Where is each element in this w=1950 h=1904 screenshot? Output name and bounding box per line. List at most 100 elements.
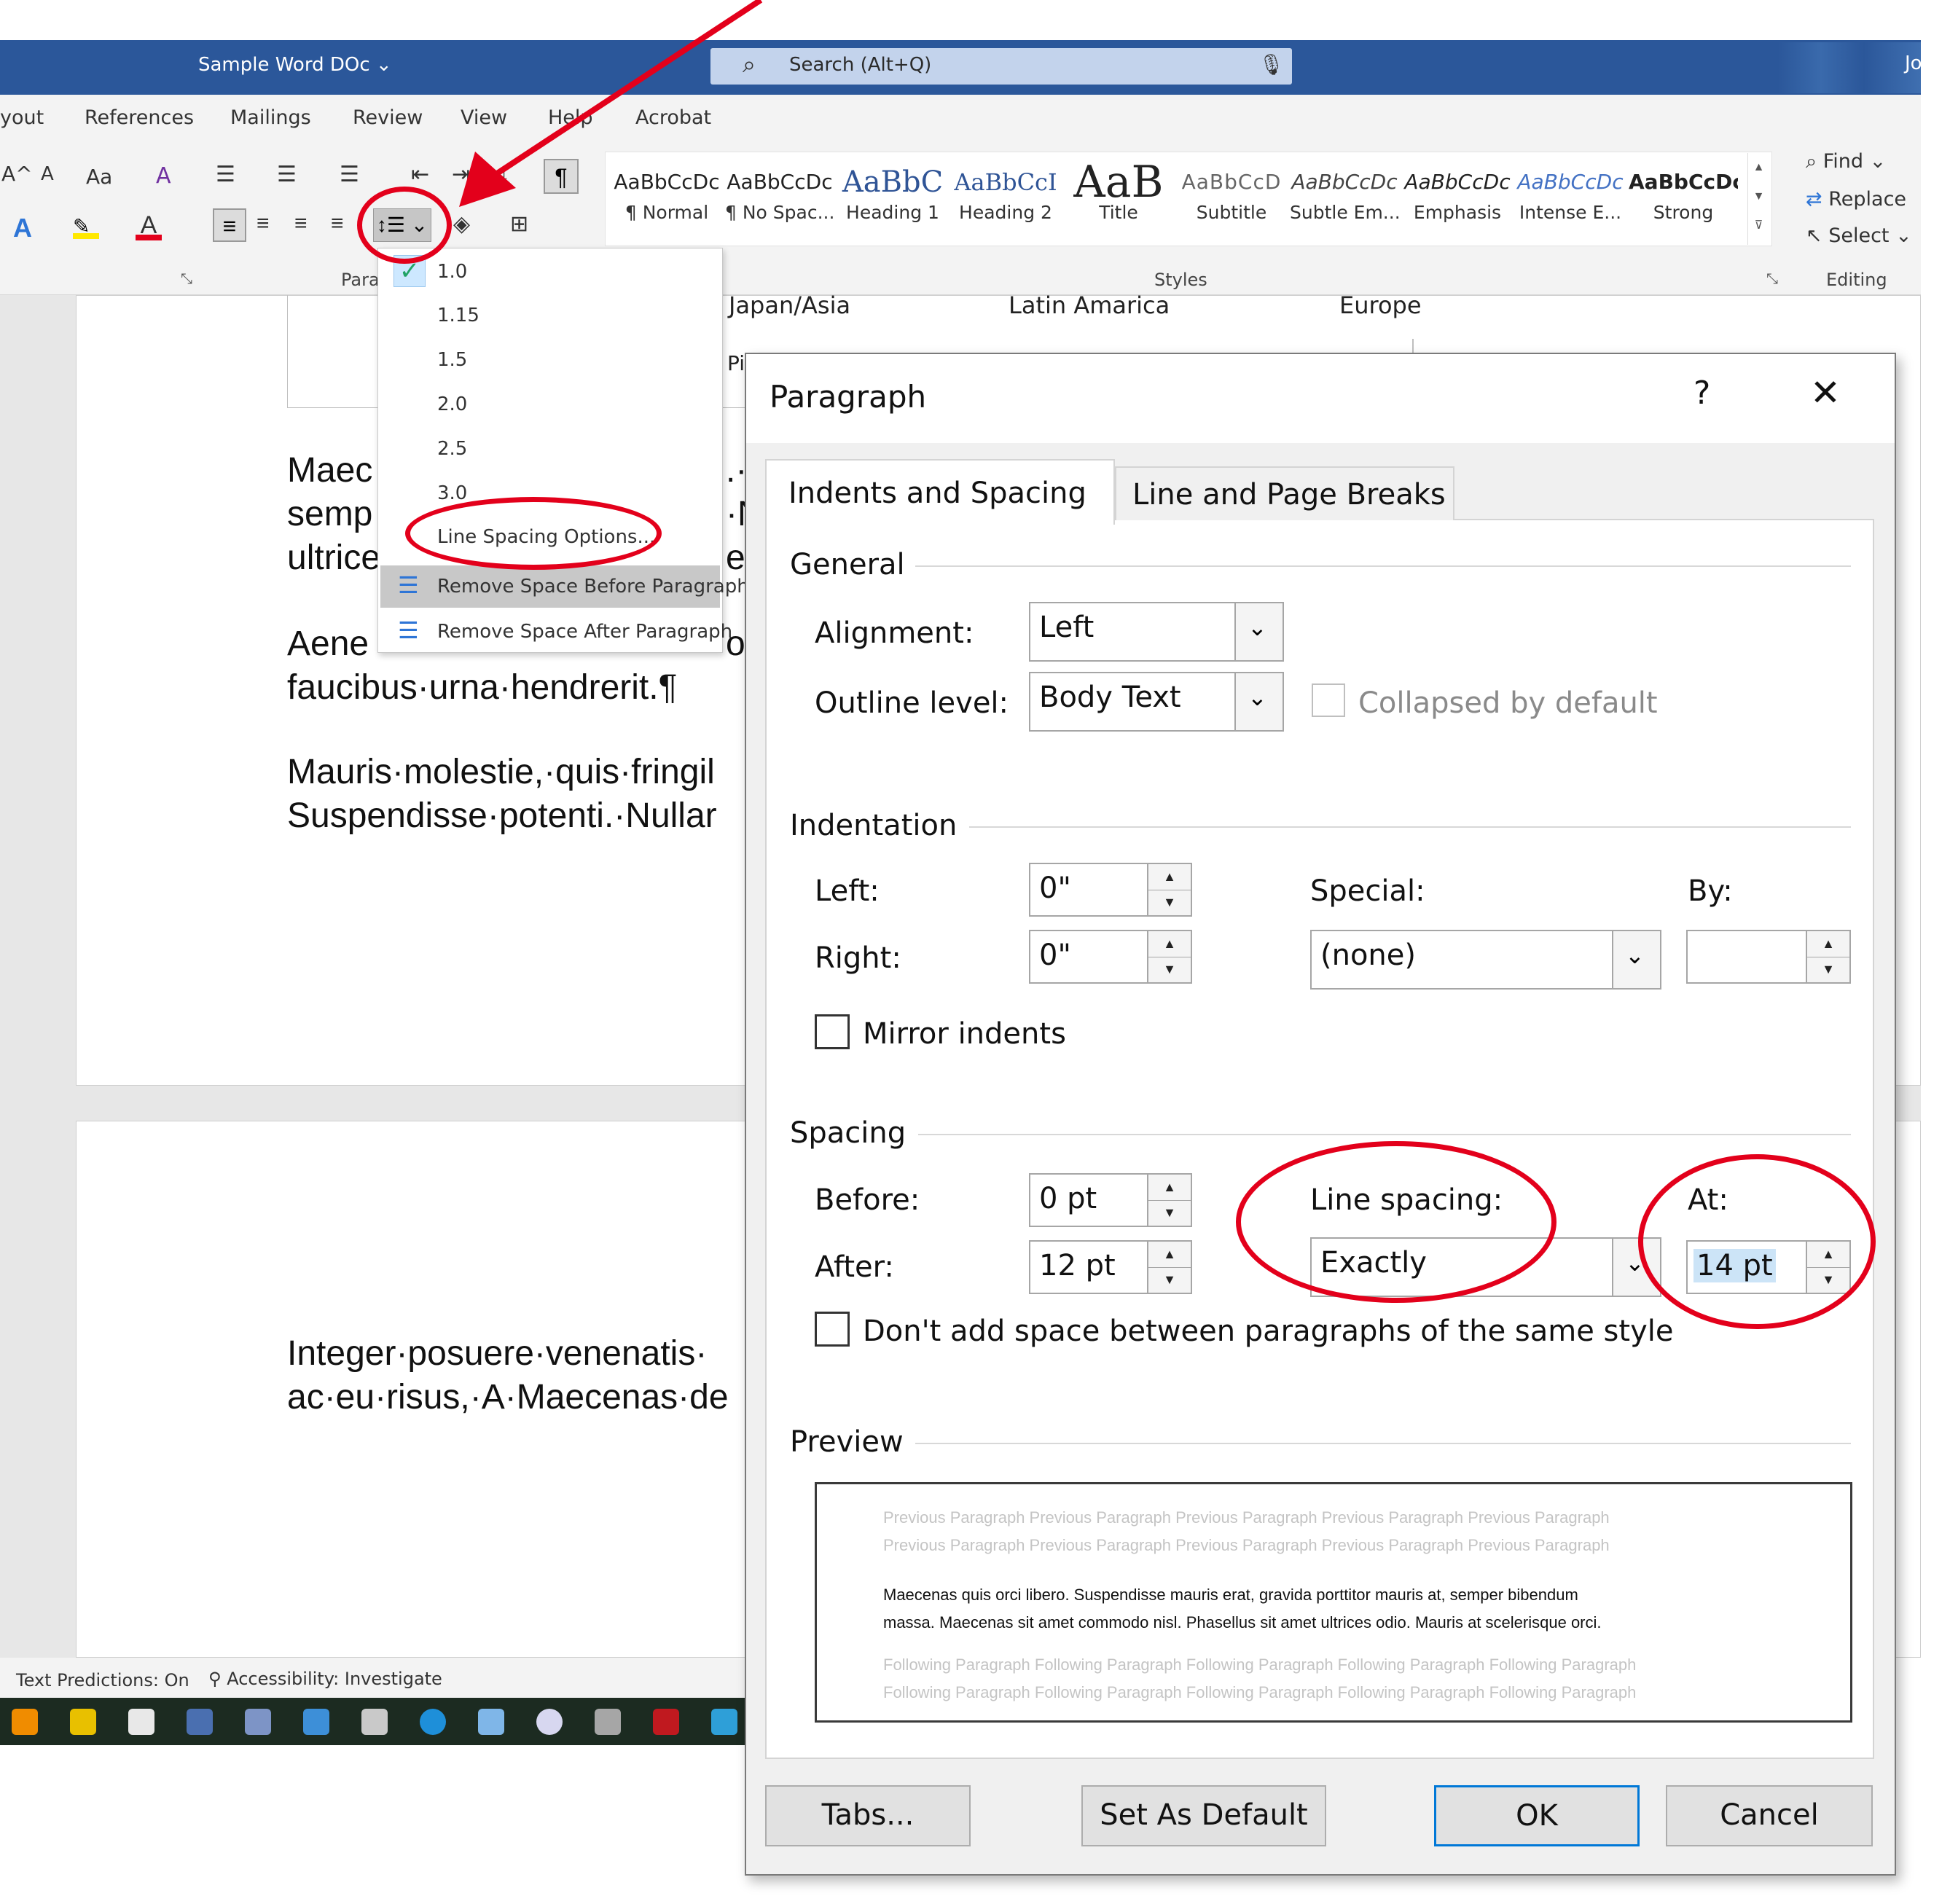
mirror-indents-checkbox[interactable]	[815, 1014, 850, 1049]
after-spinner[interactable]: 12 pt ▲ ▼	[1029, 1240, 1192, 1294]
styles-launcher-icon[interactable]: ⤡	[1766, 271, 1778, 288]
spin-down-icon[interactable]: ▼	[1807, 957, 1849, 982]
remove-space-after-item[interactable]: Remove Space After Paragraph	[437, 621, 732, 643]
shrink-font-button[interactable]: A	[41, 163, 54, 185]
microphone-icon[interactable]: 🎙	[1258, 52, 1285, 77]
indentation-heading: Indentation	[790, 809, 968, 842]
set-as-default-button[interactable]: Set As Default	[1081, 1785, 1326, 1846]
close-icon[interactable]: ✕	[1810, 372, 1841, 414]
filezilla-icon[interactable]	[653, 1709, 679, 1735]
line-spacing-1-15[interactable]: 1.15	[437, 305, 479, 326]
outline-level-select[interactable]: Body Text ⌄	[1029, 672, 1284, 732]
style-intense-emphasis[interactable]: AaBbCcDc Intense E...	[1516, 164, 1625, 237]
chevron-down-icon: ⌄	[1234, 603, 1283, 660]
font-color-icon[interactable]: A	[136, 211, 162, 240]
style-title[interactable]: AaB Title	[1064, 164, 1173, 237]
tabs-button[interactable]: Tabs...	[765, 1785, 971, 1846]
line-spacing-3-0[interactable]: 3.0	[437, 482, 467, 504]
justify-icon[interactable]: ≡	[331, 211, 344, 236]
calculator-icon[interactable]	[595, 1709, 621, 1735]
style-heading-1[interactable]: AaBbC Heading 1	[838, 164, 947, 237]
cancel-button[interactable]: Cancel	[1666, 1785, 1873, 1846]
app-icon-blue[interactable]	[711, 1709, 737, 1735]
remove-space-after-icon: ☰	[398, 617, 419, 643]
grow-font-button[interactable]: A^	[1, 162, 33, 186]
line-spacing-1-5[interactable]: 1.5	[437, 349, 467, 371]
table-fragment-text: Pi	[727, 351, 745, 375]
annotation-circle-at-field	[1638, 1154, 1876, 1329]
app-icon-disk[interactable]	[245, 1709, 271, 1735]
spin-up-icon[interactable]: ▲	[1148, 1175, 1191, 1201]
user-initials[interactable]: Jo	[1905, 52, 1922, 74]
spin-down-icon[interactable]: ▼	[1148, 957, 1191, 982]
style-heading-2[interactable]: AaBbCcI Heading 2	[951, 164, 1060, 237]
select-button[interactable]: ↖ Select ⌄	[1806, 224, 1912, 247]
spin-up-icon[interactable]: ▲	[1148, 931, 1191, 957]
skype-icon[interactable]	[420, 1709, 446, 1735]
collapsed-checkbox[interactable]	[1312, 683, 1345, 717]
before-spinner[interactable]: 0 pt ▲ ▼	[1029, 1173, 1192, 1227]
spin-down-icon[interactable]: ▼	[1148, 1200, 1191, 1226]
app-icon-tool[interactable]	[361, 1709, 388, 1735]
align-right-icon[interactable]: ≡	[294, 211, 308, 236]
by-label: By:	[1688, 874, 1733, 908]
replace-button[interactable]: ⇄ Replace	[1806, 188, 1906, 211]
preview-sample-2: massa. Maecenas sit amet commodo nisl. P…	[883, 1613, 1602, 1631]
tab-line-and-page-breaks-label: Line and Page Breaks	[1132, 478, 1446, 512]
style-subtitle[interactable]: AaBbCcD Subtitle	[1177, 164, 1286, 237]
dialog-launcher-icon[interactable]: ⤡	[181, 271, 192, 288]
annotation-arrow-head	[459, 152, 516, 207]
by-spinner[interactable]: ▲ ▼	[1686, 930, 1851, 984]
tab-mailings[interactable]: Mailings	[230, 106, 311, 129]
numbering-icon[interactable]: ☰	[277, 162, 297, 187]
help-button[interactable]: ?	[1693, 375, 1710, 412]
align-center-icon[interactable]: ≡	[257, 211, 270, 236]
align-left-icon[interactable]: ≡	[213, 208, 246, 242]
style-strong[interactable]: AaBbCcDc Strong	[1629, 164, 1738, 237]
text-predictions-status[interactable]: Text Predictions: On	[16, 1670, 189, 1691]
spin-down-icon[interactable]: ▼	[1148, 890, 1191, 915]
spin-up-icon[interactable]: ▲	[1807, 931, 1849, 957]
find-button[interactable]: ⌕ Find ⌄	[1806, 150, 1886, 173]
preview-following-2: Following Paragraph Following Paragraph …	[883, 1683, 1637, 1701]
tab-references[interactable]: References	[85, 106, 194, 129]
globe-icon[interactable]	[303, 1709, 329, 1735]
style-subtle-emphasis[interactable]: AaBbCcDc Subtle Em...	[1290, 164, 1399, 237]
spin-up-icon[interactable]: ▲	[1148, 1242, 1191, 1268]
indent-right-spinner[interactable]: 0" ▲ ▼	[1029, 930, 1192, 984]
spin-down-icon[interactable]: ▼	[1148, 1267, 1191, 1293]
clear-formatting-icon[interactable]: A	[156, 163, 171, 189]
annotation-arrow	[459, 0, 763, 207]
tab-layout[interactable]: yout	[0, 106, 44, 129]
vlc-icon[interactable]	[12, 1709, 38, 1735]
media-icon[interactable]	[536, 1709, 563, 1735]
line-spacing-2-5[interactable]: 2.5	[437, 438, 467, 460]
app-icon-yellow[interactable]	[70, 1709, 96, 1735]
line-spacing-1-0[interactable]: 1.0	[437, 261, 467, 283]
bullets-icon[interactable]: ☰	[216, 162, 235, 187]
line-spacing-2-0[interactable]: 2.0	[437, 393, 467, 415]
document-title[interactable]: Sample Word DOc ⌄	[198, 54, 392, 76]
app-icon-s[interactable]	[128, 1709, 154, 1735]
clapper-icon[interactable]	[187, 1709, 213, 1735]
remove-space-before-item[interactable]: Remove Space Before Paragraph	[437, 576, 749, 598]
multilevel-list-icon[interactable]: ☰	[340, 162, 359, 187]
highlighter-icon[interactable]: ✎	[73, 214, 99, 239]
preview-previous-1: Previous Paragraph Previous Paragraph Pr…	[883, 1508, 1610, 1527]
general-heading: General	[790, 548, 915, 581]
indentation-separator	[969, 826, 1851, 828]
style-emphasis[interactable]: AaBbCcDc Emphasis	[1403, 164, 1512, 237]
text-effects-icon[interactable]: A	[13, 213, 32, 243]
change-case-button[interactable]: Aa	[86, 165, 112, 189]
gallery-scroll[interactable]: ▲ ▼ ⊽	[1747, 153, 1769, 245]
dont-add-space-label: Don't add space between paragraphs of th…	[863, 1315, 1674, 1348]
alignment-select[interactable]: Left ⌄	[1029, 602, 1284, 662]
outline-level-label: Outline level:	[815, 686, 1009, 720]
special-select[interactable]: (none) ⌄	[1310, 930, 1661, 990]
accessibility-status[interactable]: ⚲ Accessibility: Investigate	[208, 1669, 442, 1689]
notepad-icon[interactable]	[478, 1709, 504, 1735]
dont-add-space-checkbox[interactable]	[815, 1312, 850, 1347]
ok-button[interactable]: OK	[1434, 1785, 1640, 1846]
spin-up-icon[interactable]: ▲	[1148, 864, 1191, 890]
indent-left-spinner[interactable]: 0" ▲ ▼	[1029, 863, 1192, 917]
